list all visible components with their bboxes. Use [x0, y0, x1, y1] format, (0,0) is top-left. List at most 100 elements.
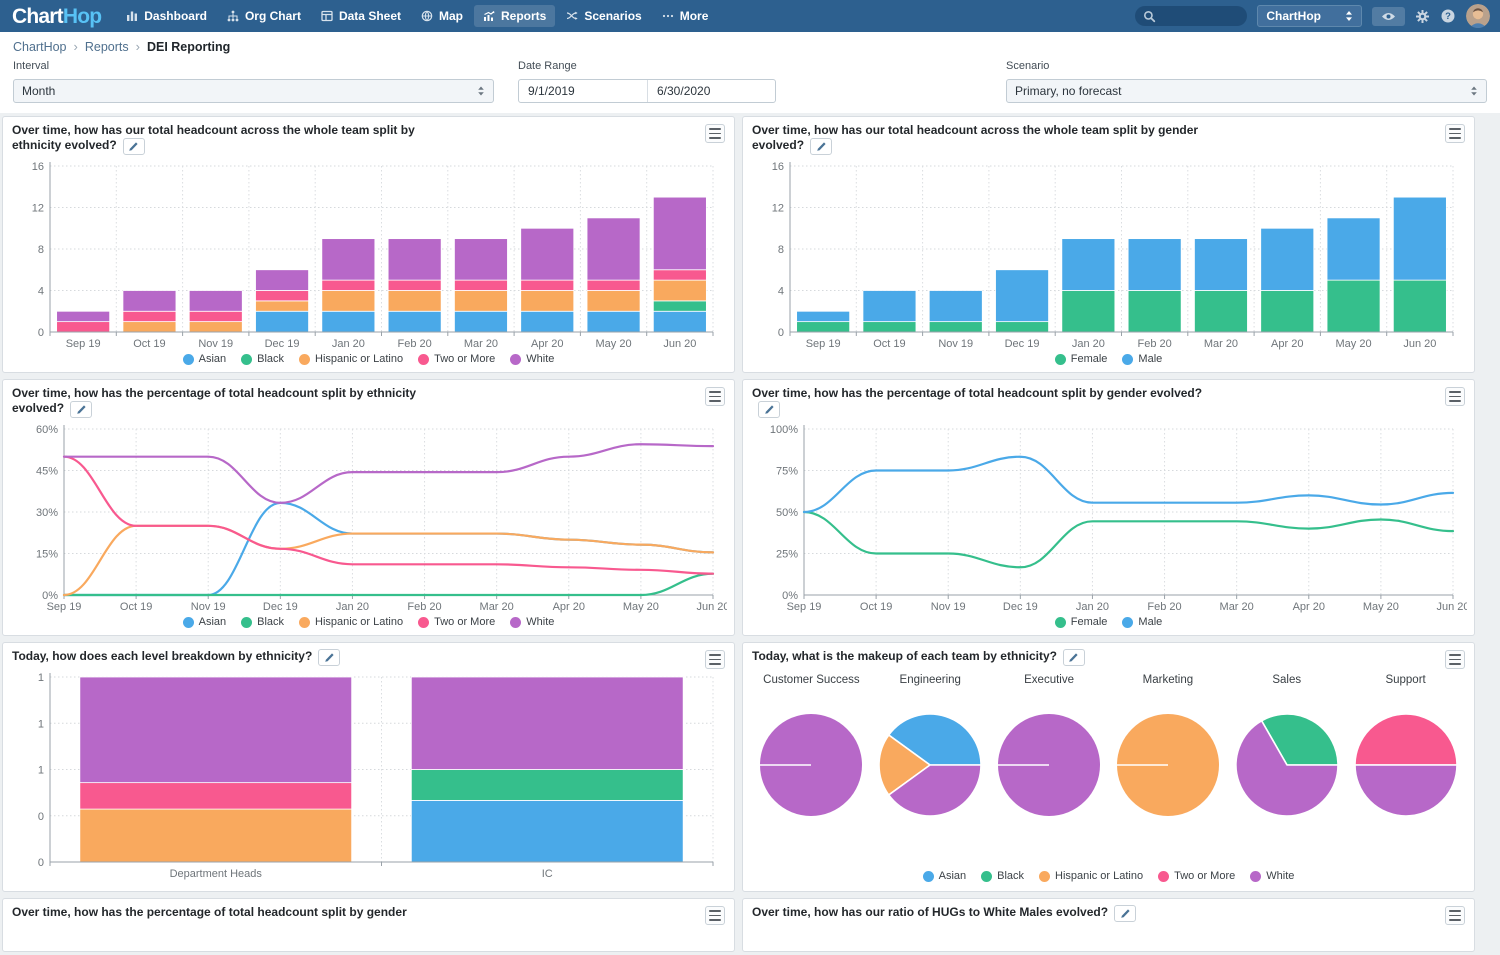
svg-text:Apr 20: Apr 20: [1293, 601, 1325, 613]
edit-chart-button[interactable]: [70, 401, 92, 418]
chart-menu-button[interactable]: [705, 650, 725, 669]
pie-chart: [1353, 712, 1459, 818]
legend-item[interactable]: Female: [1055, 353, 1108, 365]
legend-item[interactable]: Male: [1122, 353, 1162, 365]
legend-dot: [418, 617, 429, 628]
legend-item[interactable]: White: [510, 616, 554, 628]
ethnicity-percent-chart[interactable]: 0%15%30%45%60%Sep 19Oct 19Nov 19Dec 19Ja…: [12, 420, 727, 615]
ethnicity-headcount-chart[interactable]: 0481216Sep 19Oct 19Nov 19Dec 19Jan 20Feb…: [12, 157, 727, 352]
interval-select[interactable]: Month: [13, 79, 494, 103]
edit-chart-button[interactable]: [1063, 649, 1085, 666]
legend-item[interactable]: White: [1250, 870, 1294, 882]
nav-item-more[interactable]: More: [653, 5, 718, 27]
user-avatar[interactable]: [1466, 4, 1490, 28]
pencil-icon: [324, 652, 335, 663]
legend-item[interactable]: Black: [241, 353, 284, 365]
svg-text:0: 0: [38, 857, 44, 869]
legend-item[interactable]: White: [510, 353, 554, 365]
legend-item[interactable]: Asian: [183, 353, 227, 365]
settings-button[interactable]: [1415, 9, 1430, 24]
legend-item[interactable]: Asian: [183, 616, 227, 628]
legend-item[interactable]: Hispanic or Latino: [299, 616, 403, 628]
chart-title: Today, how does each level breakdown by …: [12, 649, 312, 663]
legend-label: Hispanic or Latino: [315, 353, 403, 365]
chart-legend: Female Male: [752, 353, 1465, 365]
svg-text:Sep 19: Sep 19: [787, 601, 822, 613]
svg-text:Apr 20: Apr 20: [553, 601, 585, 613]
view-mode-button[interactable]: [1372, 7, 1405, 26]
nav-item-map[interactable]: Map: [412, 5, 472, 27]
breadcrumb-reports[interactable]: Reports: [85, 40, 129, 54]
svg-text:IC: IC: [542, 868, 553, 880]
scenario-select[interactable]: Primary, no forecast: [1006, 79, 1487, 103]
breadcrumb-charthop[interactable]: ChartHop: [13, 40, 67, 54]
chart-menu-button[interactable]: [1445, 124, 1465, 143]
svg-text:Oct 19: Oct 19: [133, 338, 165, 350]
svg-text:Jun 20: Jun 20: [1436, 601, 1467, 613]
svg-text:May 20: May 20: [623, 601, 659, 613]
legend-dot: [1122, 354, 1133, 365]
nav-item-dashboard[interactable]: Dashboard: [117, 5, 216, 27]
team-pies[interactable]: Customer SuccessEngineeringExecutiveMark…: [752, 674, 1465, 818]
nav-item-scenarios[interactable]: Scenarios: [557, 5, 650, 27]
nav-item-data-sheet[interactable]: Data Sheet: [312, 5, 410, 27]
svg-text:Sep 19: Sep 19: [66, 338, 101, 350]
chart-menu-button[interactable]: [1445, 906, 1465, 925]
gender-headcount-chart[interactable]: 0481216Sep 19Oct 19Nov 19Dec 19Jan 20Feb…: [752, 157, 1467, 352]
search-icon: [1143, 10, 1156, 23]
edit-chart-button[interactable]: [318, 649, 340, 666]
team-pie[interactable]: Marketing: [1109, 674, 1228, 818]
chart-menu-button[interactable]: [705, 906, 725, 925]
avatar-image: [1466, 4, 1490, 28]
legend-item[interactable]: Hispanic or Latino: [1039, 870, 1143, 882]
legend-item[interactable]: Two or More: [1158, 870, 1235, 882]
nav-item-reports[interactable]: Reports: [474, 5, 555, 27]
legend-item[interactable]: Asian: [923, 870, 967, 882]
select-updown-icon: [1470, 85, 1478, 97]
chart-menu-button[interactable]: [1445, 387, 1465, 406]
svg-text:Jan 20: Jan 20: [336, 601, 369, 613]
svg-text:Dec 19: Dec 19: [1003, 601, 1038, 613]
logo-chart-text: Chart: [12, 5, 63, 28]
svg-text:12: 12: [32, 203, 44, 215]
edit-chart-button[interactable]: [810, 138, 832, 155]
svg-text:45%: 45%: [36, 466, 58, 478]
breadcrumb: ChartHop › Reports › DEI Reporting: [0, 32, 1500, 56]
search-input[interactable]: [1135, 6, 1247, 26]
legend-item[interactable]: Two or More: [418, 353, 495, 365]
svg-text:1: 1: [38, 765, 44, 777]
level-breakdown-chart[interactable]: 00111Department HeadsIC: [12, 668, 727, 882]
chart-menu-button[interactable]: [705, 124, 725, 143]
breadcrumb-separator: ›: [74, 39, 78, 54]
scenario-label: Scenario: [1006, 60, 1487, 72]
charthop-logo[interactable]: ChartHop: [12, 6, 101, 27]
date-start-input[interactable]: [519, 80, 647, 102]
edit-chart-button[interactable]: [758, 401, 780, 418]
edit-chart-button[interactable]: [123, 138, 145, 155]
svg-text:100%: 100%: [770, 424, 798, 436]
team-pie[interactable]: Sales: [1227, 674, 1346, 818]
chart-legend: Female Male: [752, 616, 1465, 628]
legend-item[interactable]: Hispanic or Latino: [299, 353, 403, 365]
team-label: Sales: [1272, 674, 1301, 686]
chart-menu-button[interactable]: [705, 387, 725, 406]
edit-chart-button[interactable]: [1114, 905, 1136, 922]
chart-legend: Asian Black Hispanic or Latino Two or More W…: [743, 870, 1474, 882]
legend-item[interactable]: Male: [1122, 616, 1162, 628]
gender-percent-chart[interactable]: 0%25%50%75%100%Sep 19Oct 19Nov 19Dec 19J…: [752, 420, 1467, 615]
legend-label: Asian: [199, 616, 227, 628]
date-end-input[interactable]: [647, 80, 775, 102]
svg-text:Mar 20: Mar 20: [1204, 338, 1238, 350]
chart-menu-button[interactable]: [1445, 650, 1465, 669]
team-pie[interactable]: Executive: [990, 674, 1109, 818]
legend-item[interactable]: Black: [981, 870, 1024, 882]
legend-item[interactable]: Female: [1055, 616, 1108, 628]
team-pie[interactable]: Customer Success: [752, 674, 871, 818]
workspace-selector[interactable]: ChartHop: [1257, 5, 1362, 27]
legend-item[interactable]: Two or More: [418, 616, 495, 628]
team-pie[interactable]: Engineering: [871, 674, 990, 818]
help-button[interactable]: ?: [1440, 8, 1456, 24]
legend-item[interactable]: Black: [241, 616, 284, 628]
nav-item-org-chart[interactable]: Org Chart: [218, 5, 310, 27]
team-pie[interactable]: Support: [1346, 674, 1465, 818]
